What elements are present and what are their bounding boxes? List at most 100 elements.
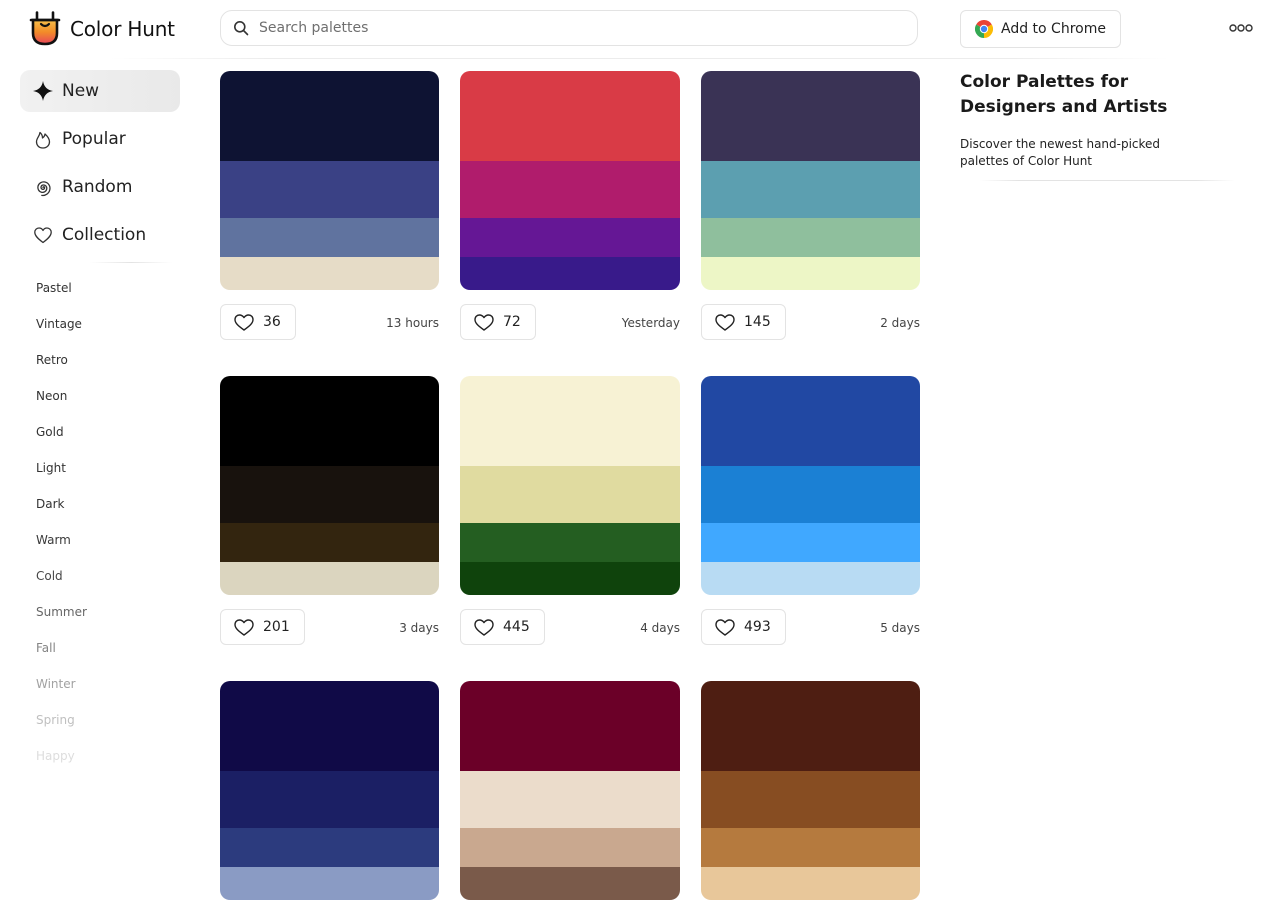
color-swatch[interactable] — [701, 828, 920, 867]
tag-gold[interactable]: Gold — [36, 423, 176, 459]
color-swatch[interactable] — [220, 828, 439, 867]
tag-warm[interactable]: Warm — [36, 531, 176, 567]
palette-card — [220, 681, 439, 900]
like-count: 72 — [503, 314, 521, 330]
tag-winter[interactable]: Winter — [36, 675, 176, 711]
tag-spring[interactable]: Spring — [36, 711, 176, 747]
palette-swatches[interactable] — [701, 376, 920, 595]
palette-swatches[interactable] — [701, 71, 920, 290]
tag-summer[interactable]: Summer — [36, 603, 176, 639]
color-hunt-logo-icon — [28, 11, 62, 47]
color-swatch[interactable] — [701, 376, 920, 466]
more-menu-button[interactable] — [1228, 18, 1254, 38]
palette-swatches[interactable] — [460, 71, 680, 290]
add-to-chrome-button[interactable]: Add to Chrome — [960, 10, 1121, 48]
sidebar-divider — [90, 262, 172, 263]
color-swatch[interactable] — [220, 523, 439, 562]
palette-meta: 145 2 days — [701, 304, 920, 352]
palette-timestamp: 5 days — [880, 621, 920, 635]
color-swatch[interactable] — [701, 218, 920, 257]
sidebar-item-label: Random — [62, 177, 133, 197]
chrome-icon — [975, 20, 993, 38]
logo[interactable]: Color Hunt — [28, 10, 175, 48]
color-swatch[interactable] — [460, 466, 680, 523]
tag-happy[interactable]: Happy — [36, 747, 176, 783]
color-swatch[interactable] — [701, 161, 920, 218]
like-button[interactable]: 145 — [701, 304, 786, 340]
color-swatch[interactable] — [460, 218, 680, 257]
sidebar-item-new[interactable]: New — [20, 70, 180, 112]
color-swatch[interactable] — [460, 562, 680, 595]
like-button[interactable]: 201 — [220, 609, 305, 645]
color-swatch[interactable] — [701, 466, 920, 523]
palette-swatches[interactable] — [220, 376, 439, 595]
heart-icon — [233, 312, 255, 332]
palette-card: 72 Yesterday — [460, 71, 680, 352]
tag-list: Pastel Vintage Retro Neon Gold Light Dar… — [36, 279, 176, 783]
sidebar-item-popular[interactable]: Popular — [20, 118, 180, 160]
flame-icon — [32, 128, 54, 150]
color-swatch[interactable] — [220, 376, 439, 466]
heart-icon — [32, 224, 54, 246]
palette-card: 201 3 days — [220, 376, 439, 657]
palette-swatches[interactable] — [701, 681, 920, 900]
color-swatch[interactable] — [460, 867, 680, 900]
like-count: 201 — [263, 619, 290, 635]
color-swatch[interactable] — [220, 257, 439, 290]
palette-card: 145 2 days — [701, 71, 920, 352]
color-swatch[interactable] — [460, 71, 680, 161]
palette-swatches[interactable] — [220, 681, 439, 900]
tag-light[interactable]: Light — [36, 459, 176, 495]
tag-dark[interactable]: Dark — [36, 495, 176, 531]
palette-card: 36 13 hours — [220, 71, 439, 352]
like-button[interactable]: 72 — [460, 304, 536, 340]
color-swatch[interactable] — [220, 867, 439, 900]
color-swatch[interactable] — [460, 523, 680, 562]
color-swatch[interactable] — [701, 257, 920, 290]
palette-meta: 201 3 days — [220, 609, 439, 657]
info-description: Discover the newest hand-picked palettes… — [960, 137, 1161, 168]
search-input[interactable] — [257, 19, 917, 37]
palette-swatches[interactable] — [460, 681, 680, 900]
palette-swatches[interactable] — [460, 376, 680, 595]
color-swatch[interactable] — [460, 161, 680, 218]
like-button[interactable]: 493 — [701, 609, 786, 645]
search-bar[interactable] — [220, 10, 918, 46]
color-swatch[interactable] — [701, 562, 920, 595]
palette-timestamp: 13 hours — [386, 316, 439, 330]
sidebar-item-collection[interactable]: Collection — [20, 214, 180, 256]
color-swatch[interactable] — [460, 681, 680, 771]
color-swatch[interactable] — [220, 681, 439, 771]
like-count: 493 — [744, 619, 771, 635]
heart-icon — [714, 617, 736, 637]
tag-neon[interactable]: Neon — [36, 387, 176, 423]
color-swatch[interactable] — [220, 161, 439, 218]
header-divider — [110, 58, 1170, 59]
color-swatch[interactable] — [220, 218, 439, 257]
search-icon — [233, 20, 249, 36]
sidebar-nav: New Popular Random Collection — [20, 70, 180, 262]
color-swatch[interactable] — [701, 523, 920, 562]
heart-icon — [473, 312, 495, 332]
tag-fall[interactable]: Fall — [36, 639, 176, 675]
color-swatch[interactable] — [460, 257, 680, 290]
sidebar-item-random[interactable]: Random — [20, 166, 180, 208]
color-swatch[interactable] — [701, 71, 920, 161]
color-swatch[interactable] — [460, 828, 680, 867]
tag-pastel[interactable]: Pastel — [36, 279, 176, 315]
tag-retro[interactable]: Retro — [36, 351, 176, 387]
color-swatch[interactable] — [701, 867, 920, 900]
color-swatch[interactable] — [220, 562, 439, 595]
tag-cold[interactable]: Cold — [36, 567, 176, 603]
color-swatch[interactable] — [701, 681, 920, 771]
palette-card: 493 5 days — [701, 376, 920, 657]
color-swatch[interactable] — [460, 376, 680, 466]
color-swatch[interactable] — [220, 71, 439, 161]
tag-vintage[interactable]: Vintage — [36, 315, 176, 351]
palette-timestamp: 4 days — [640, 621, 680, 635]
palette-swatches[interactable] — [220, 71, 439, 290]
palette-meta: 445 4 days — [460, 609, 680, 657]
like-button[interactable]: 36 — [220, 304, 296, 340]
like-button[interactable]: 445 — [460, 609, 545, 645]
color-swatch[interactable] — [220, 466, 439, 523]
